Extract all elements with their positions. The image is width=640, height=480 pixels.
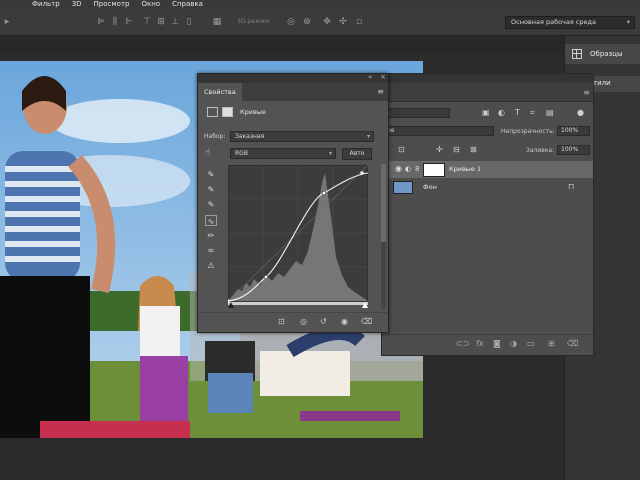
reset-icon[interactable]: ↺ xyxy=(320,317,327,326)
3d-rotate-icon[interactable]: ◎ xyxy=(286,17,296,27)
new-adjustment-icon[interactable]: ◑ xyxy=(510,339,517,348)
fill-label: Заливка: xyxy=(526,147,555,154)
tab-properties[interactable]: Свойства xyxy=(198,83,242,101)
properties-header: Кривые xyxy=(198,101,388,123)
styles-label: тили xyxy=(593,79,611,87)
layer-thumbnail xyxy=(393,181,413,194)
layers-panel: ≡ а ▣ ◐ T ⌗ ▤ ● ые Непрозрачность: 100% … xyxy=(381,73,594,356)
curve-edit-icon[interactable]: ∿ xyxy=(205,215,217,226)
add-mask-icon[interactable]: ◙ xyxy=(493,339,501,348)
panel-menu-icon[interactable]: ≡ xyxy=(583,88,590,97)
filter-pixel-icon[interactable]: ▣ xyxy=(482,108,490,117)
layer-mask-thumbnail[interactable] xyxy=(423,163,445,177)
layer-row-curves[interactable]: ◉ ◐ 8 Кривые 1 xyxy=(387,161,593,178)
filter-toggle-icon[interactable]: ● xyxy=(577,108,584,117)
lock-all-icon[interactable]: ⊠ xyxy=(470,145,477,154)
opacity-input[interactable]: 100% xyxy=(557,126,590,136)
clip-to-layer-icon[interactable]: ⊡ xyxy=(278,317,285,326)
curves-adjustment-icon xyxy=(207,107,218,117)
workspace-select[interactable]: Основная рабочая среда xyxy=(505,16,635,29)
close-icon[interactable]: × xyxy=(380,73,386,81)
3d-scale-icon[interactable]: ▫ xyxy=(354,17,364,27)
lock-pixels-icon[interactable]: ⊡ xyxy=(398,145,405,154)
new-group-icon[interactable]: ▭ xyxy=(527,339,535,348)
preset-select[interactable]: Заказная xyxy=(230,131,374,142)
distribute-top-icon[interactable]: ⊤ xyxy=(142,17,152,27)
visibility-eye-icon[interactable]: ◉ xyxy=(395,164,402,173)
link-layers-icon[interactable]: ⊂⊃ xyxy=(456,339,469,348)
menu-item-filter[interactable]: Фильтр xyxy=(32,0,60,8)
new-layer-icon[interactable]: ⊞ xyxy=(548,339,555,348)
filter-adjustment-icon[interactable]: ◐ xyxy=(498,108,505,117)
options-bar: ▸ ⊫ ⫼ ⊩ ⊤ ⊞ ⊥ ▯ ▦ 3D-режим: ◎ ⊛ ✥ ✣ ▫ Ос… xyxy=(0,8,640,36)
channel-select[interactable]: RGB xyxy=(230,148,336,159)
menu-item-help[interactable]: Справка xyxy=(172,0,203,8)
properties-tabbar: Свойства ≡ xyxy=(198,83,388,101)
target-adjust-icon[interactable]: ☝ xyxy=(205,148,210,158)
swatches-panel-tab[interactable]: Образцы xyxy=(565,44,640,64)
filter-type-icon[interactable]: T xyxy=(515,108,520,117)
menu-item-view[interactable]: Просмотр xyxy=(94,0,130,8)
gray-eyedropper-icon[interactable]: ✎ xyxy=(205,184,217,195)
blend-mode-select[interactable]: а xyxy=(382,108,450,118)
3d-mode-label: 3D-режим: xyxy=(237,18,271,25)
swatches-label: Образцы xyxy=(590,50,623,58)
align-right-icon[interactable]: ⊩ xyxy=(124,17,134,27)
layer-filter-select[interactable]: ые xyxy=(382,126,494,136)
distribute-bottom-icon[interactable]: ⊥ xyxy=(170,17,180,27)
mask-icon[interactable] xyxy=(222,107,233,117)
layer-name: Кривые 1 xyxy=(449,165,482,173)
layers-panel-titlebar[interactable] xyxy=(382,74,593,83)
align-left-icon[interactable]: ⊫ xyxy=(96,17,106,27)
menu-item-3d[interactable]: 3D xyxy=(72,0,82,8)
fx-icon[interactable]: fx xyxy=(476,339,484,348)
visibility-toggle-icon[interactable]: ◉ xyxy=(341,317,348,326)
3d-pan-icon[interactable]: ✥ xyxy=(322,17,332,27)
layer-name: Фон xyxy=(423,183,437,191)
pencil-icon[interactable]: ✏ xyxy=(205,230,217,241)
fill-input[interactable]: 100% xyxy=(557,145,590,155)
layers-bottom-toolbar: ⊂⊃ fx ◙ ◑ ▭ ⊞ ⌫ xyxy=(382,334,593,355)
align-center-icon[interactable]: ⫼ xyxy=(110,17,120,27)
lock-position-icon[interactable]: ✛ xyxy=(436,145,443,154)
properties-bottom-toolbar: ⊡ ◎ ↺ ◉ ⌫ xyxy=(198,312,388,332)
view-previous-icon[interactable]: ◎ xyxy=(300,317,307,326)
curve-point xyxy=(360,171,364,175)
distribute-middle-icon[interactable]: ⊞ xyxy=(156,17,166,27)
delete-icon[interactable]: ⌫ xyxy=(361,317,372,326)
grid-icon xyxy=(572,49,582,59)
opacity-label: Непрозрачность: xyxy=(501,128,555,135)
curves-graph[interactable] xyxy=(228,165,368,308)
lock-artboard-icon[interactable]: ⊟ xyxy=(453,145,460,154)
3d-slide-icon[interactable]: ✣ xyxy=(338,17,348,27)
layers-panel-tabbar xyxy=(382,83,593,102)
layer-mask-link-icon: 8 xyxy=(415,165,420,173)
menu-bar: Фильтр 3D Просмотр Окно Справка xyxy=(0,0,640,8)
distribute-left-icon[interactable]: ▯ xyxy=(184,17,194,27)
layer-row-background[interactable]: Фон ⊓ xyxy=(387,179,593,196)
lock-icon: ⊓ xyxy=(568,182,575,191)
black-eyedropper-icon[interactable]: ✎ xyxy=(205,169,217,180)
move-tool-icon[interactable]: ▸ xyxy=(2,17,12,27)
curve-point xyxy=(264,275,268,279)
clipping-warning-icon[interactable]: ⚠ xyxy=(205,260,217,271)
curve-point xyxy=(322,191,326,195)
properties-scrollbar[interactable] xyxy=(381,164,386,309)
collapse-icon[interactable]: « xyxy=(368,73,372,81)
smooth-icon[interactable]: ≈ xyxy=(205,245,217,256)
properties-titlebar[interactable]: « × xyxy=(198,73,388,83)
properties-panel: « × Свойства ≡ Кривые Набор: Заказная ☝ … xyxy=(197,73,389,333)
auto-align-icon[interactable]: ▦ xyxy=(212,17,222,27)
adjustment-layer-icon: ◐ xyxy=(405,165,412,173)
white-eyedropper-icon[interactable]: ✎ xyxy=(205,199,217,210)
filter-smart-icon[interactable]: ▤ xyxy=(546,108,554,117)
panel-menu-icon[interactable]: ≡ xyxy=(377,87,384,96)
delete-layer-icon[interactable]: ⌫ xyxy=(567,339,578,348)
auto-button[interactable]: Авто xyxy=(342,148,372,160)
3d-roll-icon[interactable]: ⊛ xyxy=(302,17,312,27)
panel-title: Кривые xyxy=(240,108,266,116)
menu-item-window[interactable]: Окно xyxy=(141,0,160,8)
filter-shape-icon[interactable]: ⌗ xyxy=(530,108,535,118)
preset-label: Набор: xyxy=(204,133,226,140)
